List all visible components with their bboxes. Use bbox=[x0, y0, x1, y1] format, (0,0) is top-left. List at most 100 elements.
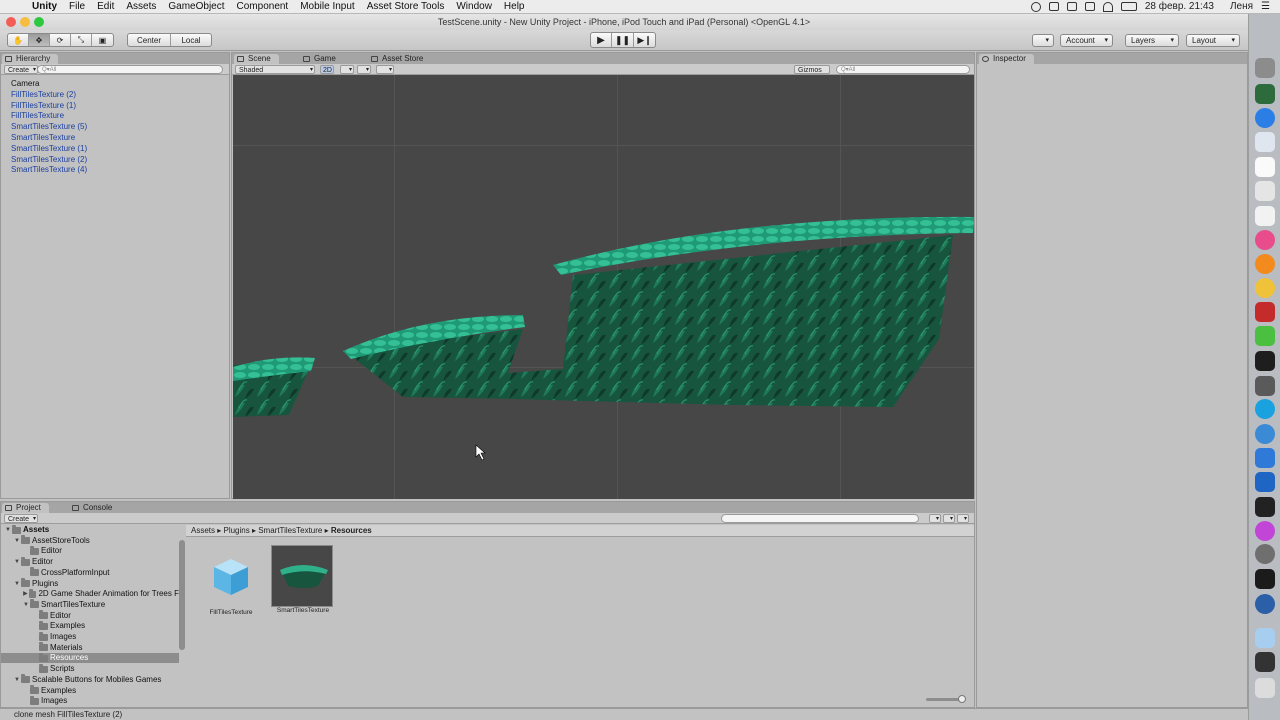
skype-icon[interactable] bbox=[1255, 399, 1275, 419]
pivot-local-button[interactable]: Local bbox=[171, 34, 211, 46]
tab-console[interactable]: Console bbox=[69, 503, 121, 513]
menu-app-unity[interactable]: Unity bbox=[26, 1, 63, 12]
menu-file[interactable]: File bbox=[63, 1, 91, 12]
step-icon[interactable]: ▶❙ bbox=[634, 33, 655, 47]
rotate-tool-icon[interactable]: ⟳ bbox=[50, 34, 71, 46]
project-search-input[interactable] bbox=[721, 514, 919, 523]
pause-icon[interactable]: ❚❚ bbox=[612, 33, 635, 47]
hierarchy-search-input[interactable]: Q▾All bbox=[37, 65, 223, 74]
tab-hierarchy[interactable]: Hierarchy bbox=[2, 54, 59, 64]
textedit-icon[interactable] bbox=[1255, 157, 1275, 177]
launchpad-icon[interactable] bbox=[1255, 58, 1275, 78]
effects-toggle-icon[interactable] bbox=[376, 65, 394, 75]
zoom-window-icon[interactable] bbox=[34, 17, 44, 27]
terrain-platform-left[interactable] bbox=[233, 357, 315, 417]
hierarchy-item[interactable]: SmartTilesTexture (4) bbox=[11, 165, 87, 174]
ibooks-icon[interactable] bbox=[1255, 254, 1275, 274]
hierarchy-item[interactable]: SmartTilesTexture bbox=[11, 133, 75, 142]
wifi-icon[interactable] bbox=[1102, 1, 1113, 12]
menu-asset-store-tools[interactable]: Asset Store Tools bbox=[361, 1, 451, 12]
project-tree-item[interactable]: Editor bbox=[1, 610, 179, 621]
photos-icon[interactable] bbox=[1255, 278, 1275, 298]
finder-icon[interactable] bbox=[1255, 448, 1275, 468]
folder-icon[interactable] bbox=[1255, 628, 1275, 648]
hierarchy-item[interactable]: SmartTilesTexture (2) bbox=[11, 155, 87, 164]
shading-mode-dropdown[interactable]: Shaded bbox=[235, 65, 315, 75]
layers-dropdown[interactable]: Layers bbox=[1125, 34, 1179, 47]
filter-by-type-icon[interactable] bbox=[929, 514, 941, 524]
expand-down-icon[interactable]: ▼ bbox=[4, 525, 12, 535]
expand-down-icon[interactable]: ▼ bbox=[13, 675, 21, 685]
project-tree-item[interactable]: ▼ Assets bbox=[1, 525, 179, 535]
qt-creator-icon[interactable] bbox=[1255, 326, 1275, 346]
layout-dropdown[interactable]: Layout bbox=[1186, 34, 1240, 47]
hierarchy-item[interactable]: SmartTilesTexture (5) bbox=[11, 122, 87, 131]
audio-toggle-icon[interactable] bbox=[357, 65, 371, 75]
terminal-icon[interactable] bbox=[1255, 497, 1275, 517]
move-tool-icon[interactable]: ✥ bbox=[29, 34, 50, 46]
menu-component[interactable]: Component bbox=[231, 1, 295, 12]
scene-viewport[interactable] bbox=[233, 75, 974, 499]
scale-tool-icon[interactable]: ⤡ bbox=[71, 34, 92, 46]
project-tree-item[interactable]: ▼ AssetStoreTools bbox=[1, 535, 179, 546]
expand-down-icon[interactable]: ▼ bbox=[13, 557, 21, 567]
hierarchy-item[interactable]: SmartTilesTexture (1) bbox=[11, 144, 87, 153]
thumbnail-size-slider-handle[interactable] bbox=[958, 695, 966, 703]
asset-item[interactable]: SmartTilesTexture bbox=[271, 545, 335, 619]
preview-icon[interactable] bbox=[1255, 132, 1275, 152]
record-icon[interactable] bbox=[1030, 1, 1041, 12]
terrain-platform-middle[interactable] bbox=[343, 216, 974, 407]
project-tree-item[interactable]: Examples bbox=[1, 620, 179, 631]
quicktime-icon[interactable] bbox=[1255, 594, 1275, 614]
play-icon[interactable]: ▶ bbox=[591, 33, 612, 47]
menu-mobile-input[interactable]: Mobile Input bbox=[294, 1, 360, 12]
battery-icon[interactable] bbox=[1120, 2, 1137, 11]
project-tree-item[interactable]: Editor bbox=[1, 545, 179, 556]
cloud-button[interactable] bbox=[1032, 34, 1054, 47]
menu-gameobject[interactable]: GameObject bbox=[162, 1, 230, 12]
gizmos-dropdown[interactable]: Gizmos bbox=[794, 65, 830, 84]
expand-right-icon[interactable]: ▶ bbox=[22, 589, 29, 599]
unity-logo-icon[interactable] bbox=[1255, 569, 1275, 589]
steam-icon[interactable] bbox=[1255, 544, 1275, 564]
menu-edit[interactable]: Edit bbox=[91, 1, 120, 12]
rect-tool-icon[interactable]: ▣ bbox=[92, 34, 113, 46]
red-app-icon[interactable] bbox=[1255, 302, 1275, 322]
hierarchy-create-button[interactable]: Create bbox=[4, 65, 39, 75]
project-tree-item[interactable]: Images bbox=[1, 631, 179, 642]
user-name[interactable]: Леня bbox=[1230, 1, 1253, 12]
lighting-toggle-icon[interactable] bbox=[340, 65, 354, 75]
project-tree-item[interactable]: Images bbox=[1, 695, 179, 706]
project-tree-item[interactable]: Resources bbox=[1, 652, 179, 664]
document-icon[interactable] bbox=[1255, 181, 1275, 201]
project-tree-item[interactable]: ▼ Editor bbox=[1, 556, 179, 567]
breadcrumb-assets[interactable]: Assets bbox=[191, 526, 215, 535]
favorites-star-icon[interactable] bbox=[957, 514, 969, 524]
tree-scrollbar[interactable] bbox=[179, 540, 185, 650]
hierarchy-item[interactable]: FillTilesTexture (1) bbox=[11, 101, 76, 110]
pivot-center-button[interactable]: Center bbox=[128, 34, 171, 46]
breadcrumb-smarttilestexture[interactable]: SmartTilesTexture bbox=[258, 526, 322, 535]
filter-by-label-icon[interactable] bbox=[943, 514, 955, 524]
safari-icon[interactable] bbox=[1255, 424, 1275, 444]
xcode-icon[interactable] bbox=[1255, 376, 1275, 396]
dropbox-icon[interactable] bbox=[1048, 2, 1059, 11]
close-window-icon[interactable] bbox=[6, 17, 16, 27]
hierarchy-item[interactable]: FillTilesTexture bbox=[11, 111, 64, 120]
minimize-window-icon[interactable] bbox=[20, 17, 30, 27]
plug-icon[interactable] bbox=[1084, 2, 1095, 11]
breadcrumb-plugins[interactable]: Plugins bbox=[223, 526, 249, 535]
account-dropdown[interactable]: Account bbox=[1060, 34, 1113, 47]
trash-icon[interactable] bbox=[1255, 678, 1275, 698]
tab-asset-store[interactable]: Asset Store bbox=[368, 54, 432, 64]
expand-down-icon[interactable]: ▼ bbox=[13, 579, 21, 589]
itunes-icon[interactable] bbox=[1255, 230, 1275, 250]
tab-scene[interactable]: Scene bbox=[234, 54, 279, 64]
unity-cube-icon[interactable] bbox=[1255, 351, 1275, 371]
expand-down-icon[interactable]: ▼ bbox=[13, 536, 21, 546]
checkmark-icon[interactable] bbox=[1066, 2, 1077, 11]
tab-game[interactable]: Game bbox=[300, 54, 344, 64]
project-tree-item[interactable]: ▼ Scalable Buttons for Mobiles Games bbox=[1, 674, 179, 685]
hamburger-icon[interactable]: ☰ bbox=[1261, 1, 1270, 12]
project-tree-item[interactable]: ▼ Plugins bbox=[1, 578, 179, 589]
